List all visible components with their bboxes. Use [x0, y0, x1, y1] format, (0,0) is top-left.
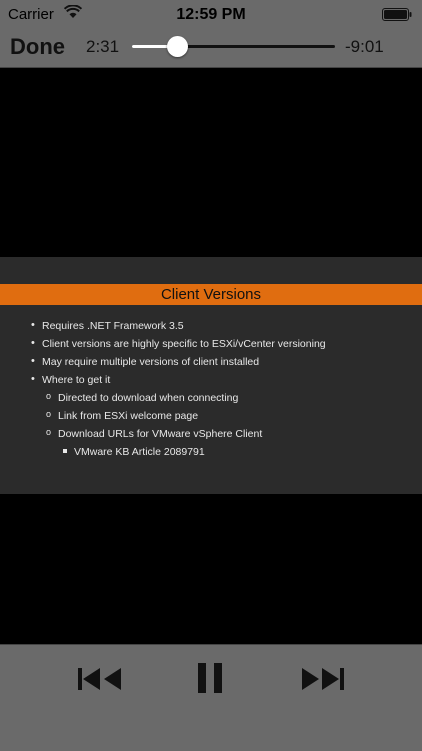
progress-thumb[interactable] [166, 36, 188, 57]
remaining-time: -9:01 [345, 37, 384, 56]
bottom-toolbar [0, 644, 422, 751]
bullet-item: • Requires .NET Framework 3.5 [31, 319, 184, 332]
sub-sub-bullet-item: VMware KB Article 2089791 [63, 446, 205, 458]
sub-bullet-item: o Link from ESXi welcome page [46, 409, 199, 422]
pause-icon[interactable] [198, 663, 224, 693]
top-bar: Carrier 12:59 PM Done 2:31 -9:01 [0, 0, 422, 68]
bullet-item: • Client versions are highly specific to … [31, 337, 326, 350]
bullet-item: • Where to get it [31, 373, 111, 386]
skip-back-icon[interactable] [78, 667, 122, 691]
video-frame-slide: Client Versions • Requires .NET Framework… [0, 257, 422, 494]
sub-bullet-item: o Download URLs for VMware vSphere Client [46, 427, 263, 440]
elapsed-time: 2:31 [86, 37, 120, 56]
slide-title: Client Versions [0, 284, 422, 305]
done-button[interactable]: Done [10, 34, 65, 60]
skip-forward-icon[interactable] [301, 667, 345, 691]
playback-controls: Done 2:31 -9:01 [0, 28, 422, 66]
clock: 12:59 PM [176, 6, 246, 23]
battery-icon [382, 8, 412, 21]
bullet-item: • May require multiple versions of client… [31, 355, 260, 368]
sub-bullet-item: o Directed to download when connecting [46, 391, 239, 404]
progress-slider[interactable] [132, 36, 335, 57]
status-bar: Carrier 12:59 PM [0, 0, 422, 28]
